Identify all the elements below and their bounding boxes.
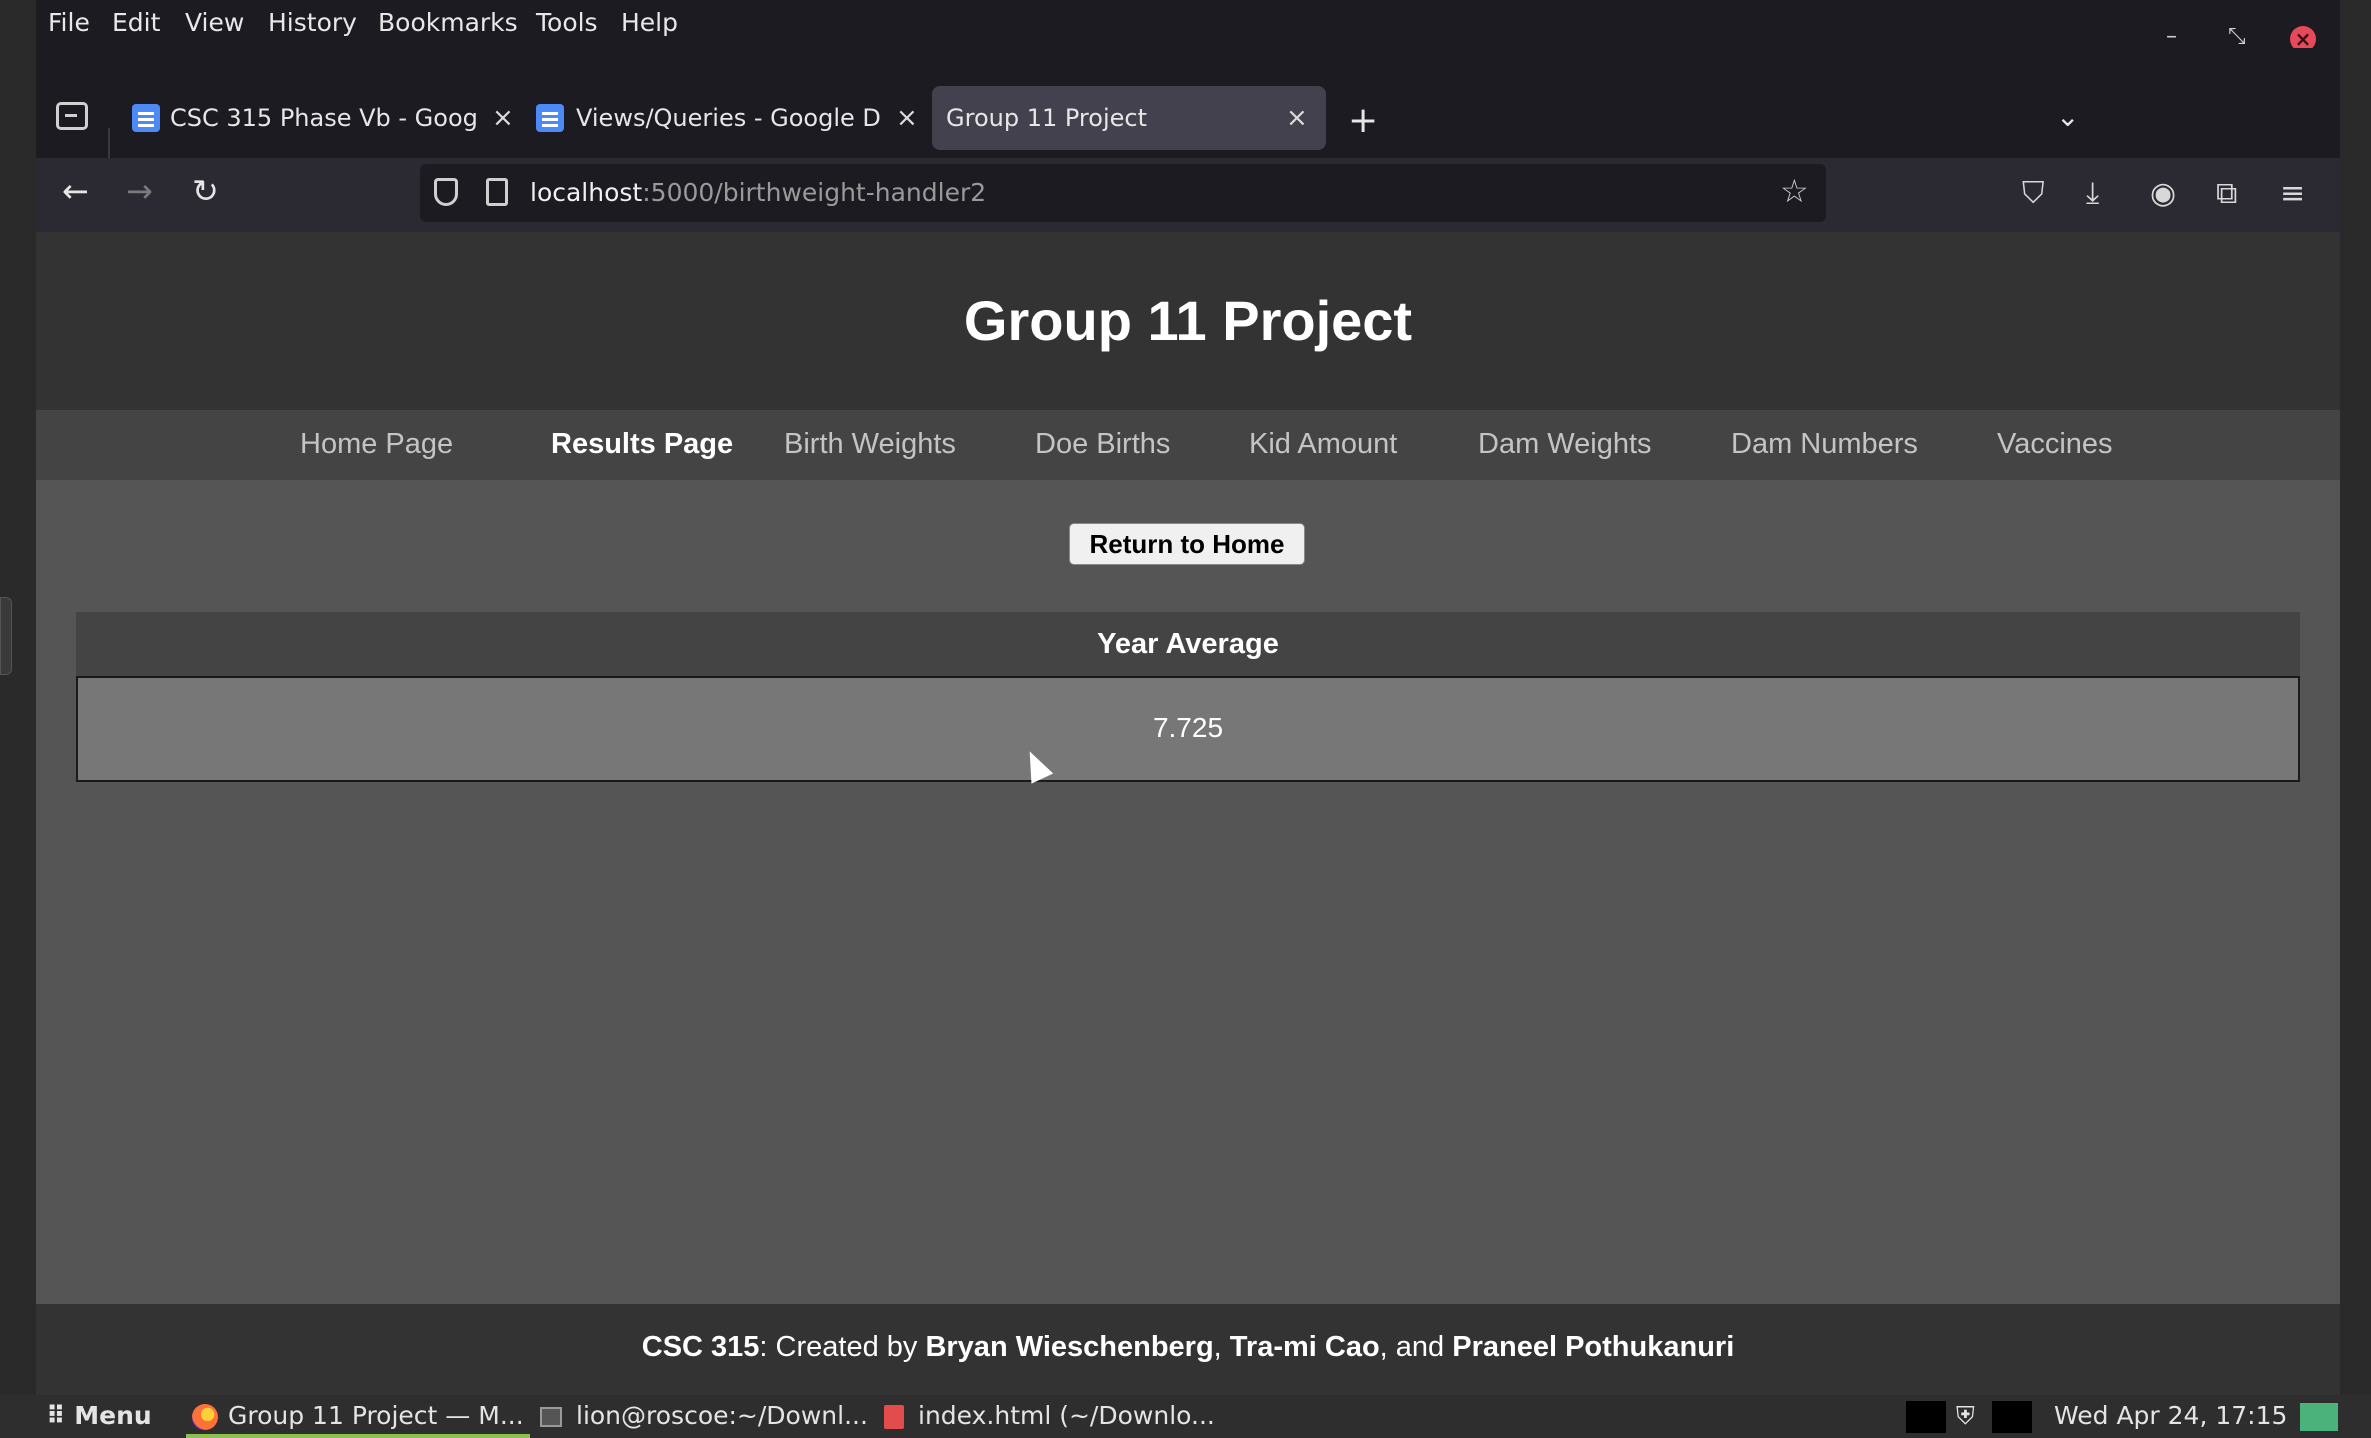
- footer-author-1: Bryan Wieschenberg: [925, 1331, 1214, 1363]
- text-editor-icon: [884, 1405, 904, 1429]
- menu-file[interactable]: File: [48, 8, 90, 37]
- minimize-icon[interactable]: –: [2166, 24, 2177, 49]
- tab-close-icon[interactable]: ×: [896, 86, 918, 150]
- reload-icon[interactable]: ↻: [192, 172, 219, 210]
- task-label: index.html (~/Downlo...: [918, 1401, 1215, 1430]
- bookmark-star-icon[interactable]: ☆: [1780, 172, 1809, 210]
- tab-list-icon[interactable]: [56, 102, 88, 130]
- chevron-down-icon[interactable]: ⌄: [2056, 100, 2079, 133]
- tab-close-icon[interactable]: ×: [492, 86, 514, 150]
- google-docs-icon: [536, 104, 564, 132]
- task-editor[interactable]: index.html (~/Downlo...: [884, 1401, 1215, 1430]
- task-label: lion@roscoe:~/Downl...: [576, 1401, 868, 1430]
- footer-author-3: Praneel Pothukanuri: [1452, 1331, 1735, 1363]
- nav-dam-numbers[interactable]: Dam Numbers: [1731, 428, 1918, 461]
- tab-title: Views/Queries - Google D: [576, 104, 881, 132]
- site-footer: CSC 315: Created by Bryan Wieschenberg , …: [36, 1304, 2340, 1395]
- tab-close-icon[interactable]: ×: [1286, 86, 1308, 150]
- menu-view[interactable]: View: [185, 8, 244, 37]
- start-menu-label: Menu: [74, 1401, 152, 1430]
- side-panel-handle[interactable]: [0, 597, 12, 675]
- nav-birth-weights[interactable]: Birth Weights: [784, 428, 956, 461]
- account-icon[interactable]: ◉: [2150, 176, 2176, 211]
- tab-bar: CSC 315 Phase Vb - Goog × Views/Queries …: [36, 48, 2340, 206]
- start-menu-button[interactable]: ⠿ Menu: [46, 1401, 152, 1430]
- tab-group11-project[interactable]: Group 11 Project ×: [932, 86, 1326, 150]
- terminal-icon: [540, 1407, 562, 1427]
- google-docs-icon: [132, 104, 160, 132]
- tab-views-queries[interactable]: Views/Queries - Google D ×: [536, 86, 946, 150]
- return-to-home-button[interactable]: Return to Home: [1069, 523, 1305, 565]
- shield-icon[interactable]: [434, 178, 458, 206]
- menu-edit[interactable]: Edit: [112, 8, 160, 37]
- site-header: Group 11 Project: [36, 232, 2340, 410]
- firefox-icon: [192, 1404, 218, 1430]
- page-info-icon[interactable]: [486, 178, 508, 206]
- footer-course: CSC 315: [641, 1331, 760, 1363]
- column-header-year-average: Year Average: [76, 612, 2300, 676]
- footer-text: : Created by: [759, 1331, 926, 1363]
- task-label: Group 11 Project — M...: [228, 1401, 524, 1430]
- menu-history[interactable]: History: [268, 8, 357, 37]
- url-text[interactable]: localhost:5000/birthweight-handler2: [530, 178, 986, 207]
- hamburger-menu-icon[interactable]: ≡: [2280, 176, 2305, 211]
- nav-results-page[interactable]: Results Page: [551, 428, 733, 461]
- nav-doe-births[interactable]: Doe Births: [1035, 428, 1170, 461]
- maximize-icon[interactable]: ⤡: [2228, 24, 2246, 49]
- nav-home-page[interactable]: Home Page: [300, 428, 453, 461]
- footer-author-2: Tra-mi Cao: [1229, 1331, 1380, 1363]
- active-task-indicator: [186, 1434, 530, 1438]
- tab-csc315-phase[interactable]: CSC 315 Phase Vb - Goog ×: [132, 86, 542, 150]
- menu-bookmarks[interactable]: Bookmarks: [378, 8, 518, 37]
- clock[interactable]: Wed Apr 24, 17:15: [2054, 1401, 2287, 1430]
- desktop-right-edge: [2340, 0, 2371, 1395]
- extensions-icon[interactable]: ⧉: [2216, 176, 2237, 211]
- task-firefox[interactable]: Group 11 Project — M...: [192, 1401, 524, 1430]
- address-bar[interactable]: localhost:5000/birthweight-handler2 ☆: [420, 164, 1826, 222]
- url-host: localhost: [530, 178, 643, 207]
- footer-sep: , and: [1379, 1331, 1453, 1363]
- nav-kid-amount[interactable]: Kid Amount: [1249, 428, 1397, 461]
- nav-dam-weights[interactable]: Dam Weights: [1478, 428, 1652, 461]
- download-icon[interactable]: ⤓: [2086, 176, 2099, 211]
- desktop-taskbar: ⠿ Menu Group 11 Project — M... lion@rosc…: [0, 1395, 2371, 1438]
- back-icon[interactable]: ←: [62, 172, 89, 210]
- browser-window: File Edit View History Bookmarks Tools H…: [36, 0, 2340, 1395]
- menu-help[interactable]: Help: [621, 8, 678, 37]
- site-nav: Home Page Results Page Birth Weights Doe…: [36, 410, 2340, 480]
- url-path: :5000/birthweight-handler2: [642, 178, 987, 207]
- table-cell-value: 7.725: [76, 676, 2300, 782]
- menu-bar: File Edit View History Bookmarks Tools H…: [36, 0, 2340, 52]
- tab-title: CSC 315 Phase Vb - Goog: [170, 104, 478, 132]
- footer-sep: ,: [1213, 1331, 1230, 1363]
- tray-app-icon[interactable]: [1992, 1401, 2032, 1433]
- nav-vaccines[interactable]: Vaccines: [1997, 428, 2113, 461]
- desktop-left-edge: [0, 0, 36, 1395]
- tray-app-icon[interactable]: [1906, 1401, 1946, 1433]
- grid-icon: ⠿: [46, 1401, 75, 1430]
- new-tab-icon[interactable]: +: [1348, 100, 1378, 141]
- tab-title: Group 11 Project: [946, 104, 1147, 132]
- forward-icon[interactable]: →: [126, 172, 153, 210]
- show-desktop-icon[interactable]: [2300, 1403, 2338, 1431]
- pocket-icon[interactable]: ⛉: [2022, 176, 2045, 211]
- update-shield-icon[interactable]: ⛨: [1956, 1401, 1975, 1431]
- navigation-toolbar: ← → ↻ localhost:5000/birthweight-handler…: [36, 158, 2340, 232]
- page-title: Group 11 Project: [963, 289, 1413, 352]
- task-terminal[interactable]: lion@roscoe:~/Downl...: [540, 1401, 868, 1430]
- page-content: Group 11 Project Home Page Results Page …: [36, 232, 2340, 1395]
- results-table: Year Average 7.725: [76, 612, 2300, 782]
- menu-tools[interactable]: Tools: [536, 8, 598, 37]
